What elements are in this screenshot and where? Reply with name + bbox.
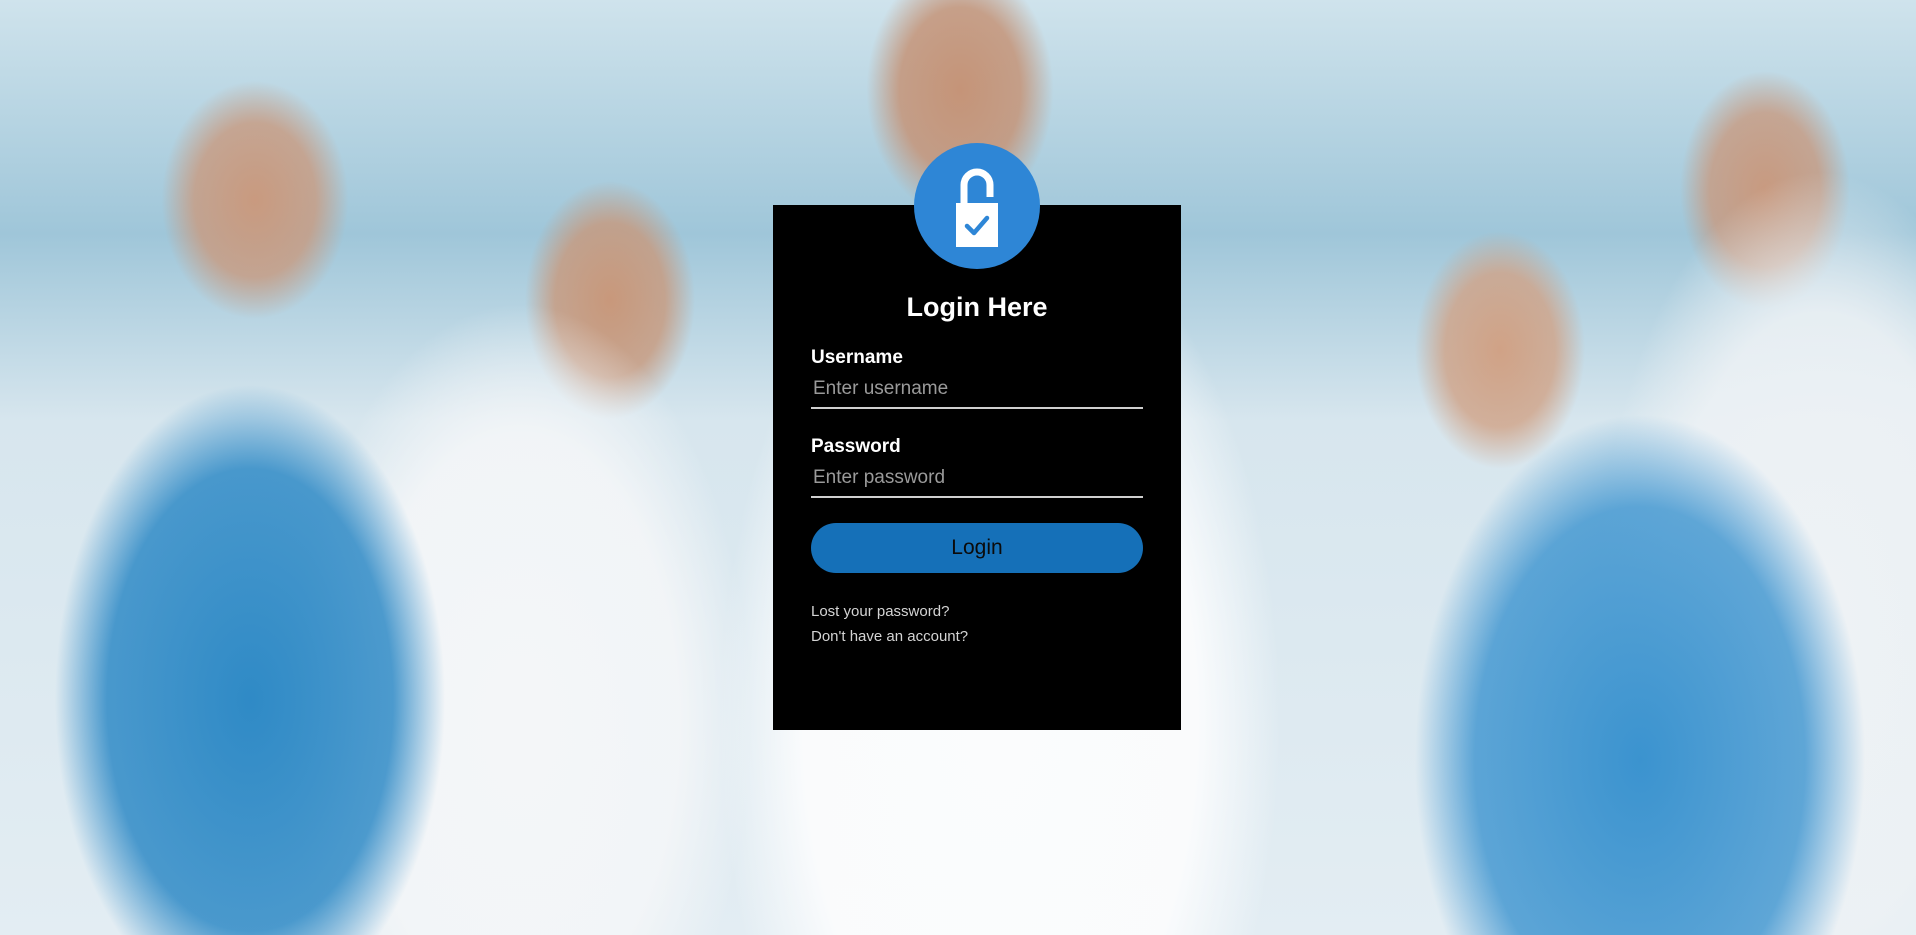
login-form: Username Password Login Lost your passwo…: [811, 347, 1143, 649]
lock-check-icon: [956, 168, 998, 247]
username-input[interactable]: [811, 371, 1143, 409]
register-link[interactable]: Don't have an account?: [811, 624, 1143, 649]
password-input[interactable]: [811, 460, 1143, 498]
lost-password-link[interactable]: Lost your password?: [811, 599, 1143, 624]
username-label: Username: [811, 347, 903, 368]
login-button[interactable]: Login: [811, 523, 1143, 573]
password-label: Password: [811, 436, 901, 457]
login-box: Login Here Username Password Login Lost …: [773, 143, 1181, 730]
avatar: [914, 143, 1040, 269]
